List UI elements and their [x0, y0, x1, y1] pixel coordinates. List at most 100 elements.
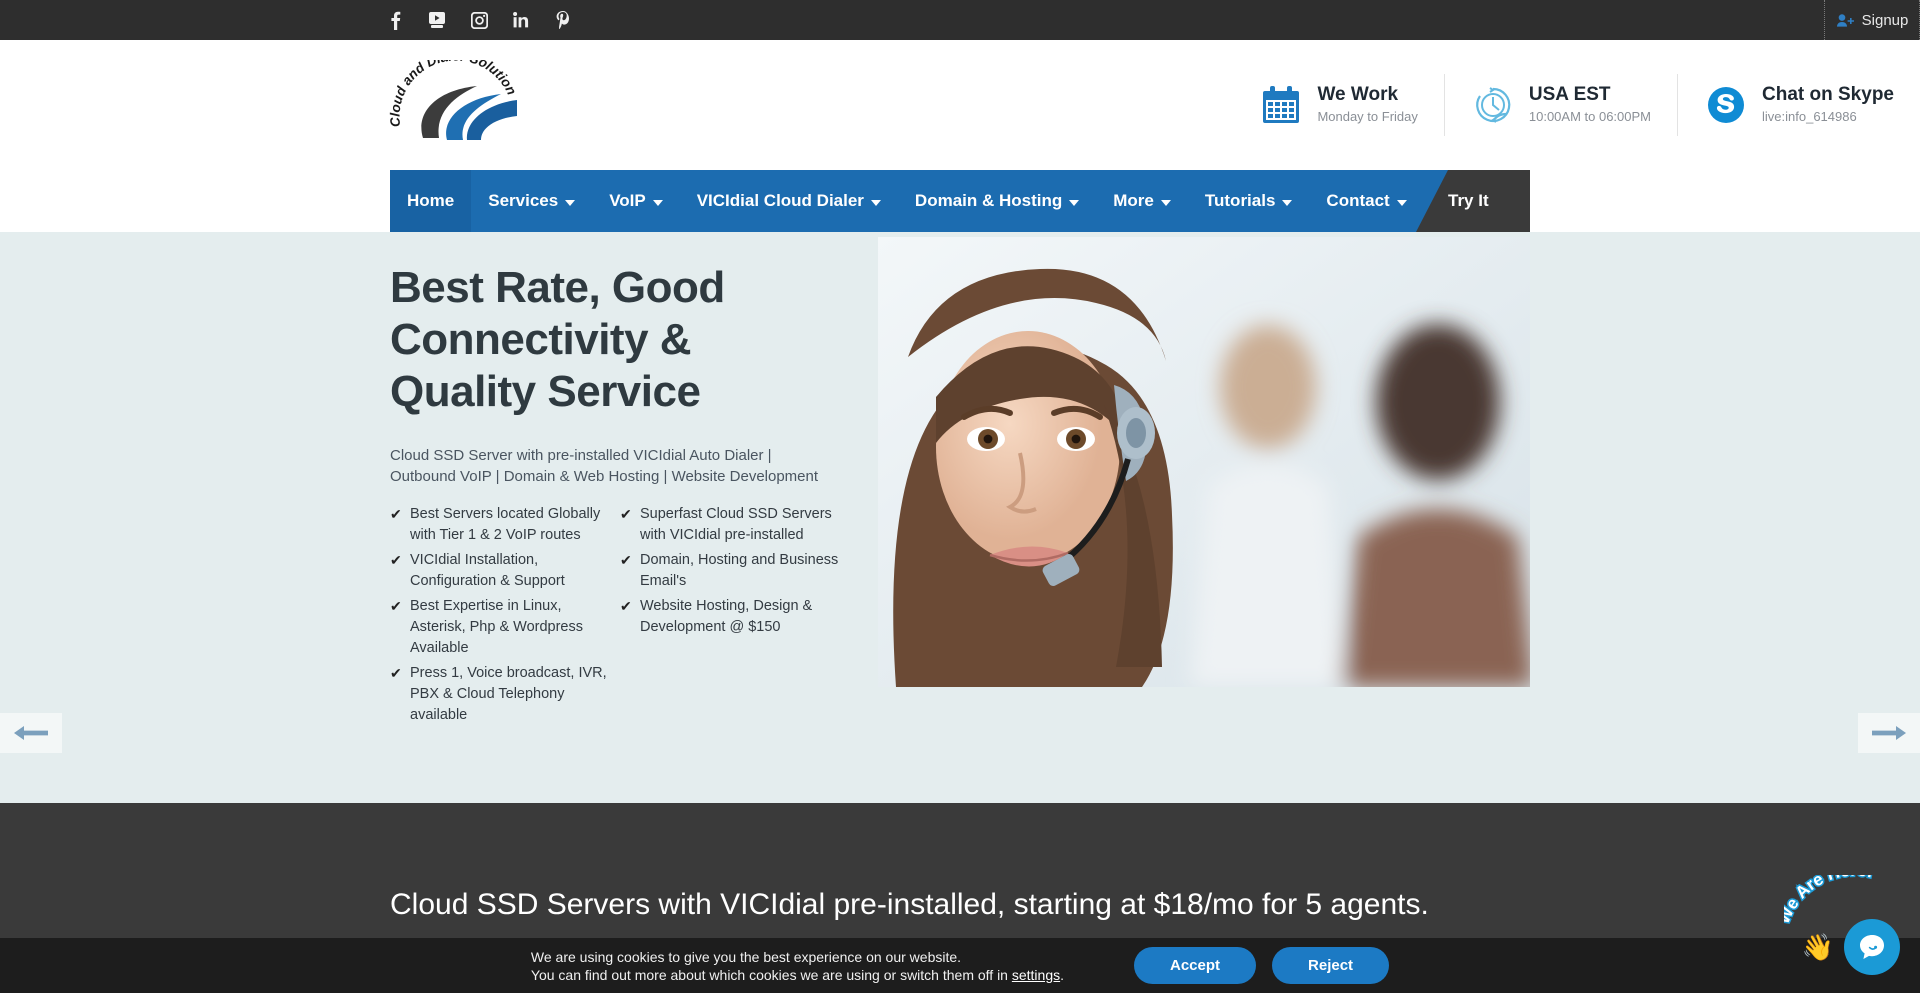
hero-subtitle: Cloud SSD Server with pre-installed VICI…: [390, 447, 819, 485]
list-item: ✔ Best Servers located Globally with Tie…: [390, 504, 620, 546]
check-icon: ✔: [620, 506, 632, 522]
info-item-hours: We Work Monday to Friday: [1233, 74, 1443, 136]
feature-text: Press 1, Voice broadcast, IVR, PBX & Clo…: [410, 665, 607, 723]
hero-content: Best Rate, Good Connectivity & Quality S…: [390, 232, 1530, 993]
chat-widget: We Are Here! 👋: [1772, 859, 1912, 985]
nav-label: Services: [488, 191, 559, 210]
header-info-group: We Work Monday to Friday USA EST 10:00AM…: [1263, 40, 1920, 170]
hero-image: [878, 237, 1530, 687]
nav-item-services[interactable]: Services: [471, 170, 592, 232]
page-root: Signup Cloud and Dialer Solution: [0, 0, 1920, 993]
info-text-timezone: USA EST 10:00AM to 06:00PM: [1529, 83, 1651, 127]
chevron-down-icon: [1069, 199, 1080, 206]
info-item-skype[interactable]: Chat on Skype live:info_614986: [1677, 74, 1920, 136]
nav-item-contact[interactable]: Contact: [1309, 170, 1423, 232]
info-item-timezone: USA EST 10:00AM to 06:00PM: [1443, 74, 1677, 136]
pinterest-icon[interactable]: [553, 10, 573, 30]
clock-icon: [1471, 83, 1515, 127]
chevron-down-icon: [1160, 199, 1171, 206]
nav-item-voip[interactable]: VoIP: [592, 170, 680, 232]
feature-text: Superfast Cloud SSD Servers with VICIdia…: [640, 506, 832, 543]
promo-headline: Cloud SSD Servers with VICIdial pre-inst…: [390, 888, 1429, 921]
nav-item-home[interactable]: Home: [390, 170, 472, 232]
chat-icon: [1860, 935, 1884, 959]
check-icon: ✔: [390, 665, 402, 681]
calendar-icon: [1259, 83, 1303, 127]
hero-feature-column-right: ✔ Superfast Cloud SSD Servers with VICId…: [620, 504, 850, 730]
nav-label: VoIP: [609, 191, 646, 210]
check-icon: ✔: [390, 506, 402, 522]
nav-label: Domain & Hosting: [914, 191, 1063, 210]
agent-photo: [878, 237, 1530, 687]
main-navigation: Home Services VoIP VICIdial Cloud Dialer…: [0, 170, 1920, 232]
info-title: Chat on Skype: [1762, 84, 1894, 105]
chevron-down-icon: [870, 199, 881, 206]
check-icon: ✔: [390, 598, 402, 614]
try-it-button[interactable]: Try It: [1448, 170, 1489, 232]
accept-button[interactable]: Accept: [1134, 947, 1257, 984]
chevron-down-icon: [565, 199, 576, 206]
info-sub: 10:00AM to 06:00PM: [1528, 109, 1652, 124]
list-item: ✔ Superfast Cloud SSD Servers with VICId…: [620, 504, 850, 546]
cookie-buttons: Accept Reject: [1134, 947, 1390, 984]
list-item: ✔ Best Expertise in Linux, Asterisk, Php…: [390, 596, 620, 659]
feature-text: Domain, Hosting and Business Email's: [640, 552, 839, 589]
list-item: ✔ Website Hosting, Design & Development …: [620, 596, 850, 638]
nav-label: Tutorials: [1204, 191, 1276, 210]
hero-carousel: Best Rate, Good Connectivity & Quality S…: [0, 232, 1920, 993]
nav-item-vicidial-cloud-dialer[interactable]: VICIdial Cloud Dialer: [680, 170, 898, 232]
check-icon: ✔: [620, 598, 632, 614]
cookie-line-2: You can find out more about which cookie…: [531, 966, 1064, 984]
list-item: ✔ Press 1, Voice broadcast, IVR, PBX & C…: [390, 663, 620, 726]
chat-bubble-button[interactable]: [1844, 919, 1900, 975]
feature-text: VICIdial Installation, Configuration & S…: [410, 552, 565, 589]
signup-top-button[interactable]: Signup: [1824, 0, 1920, 40]
signup-top-label: Signup: [1861, 11, 1909, 29]
cookie-line-2-after: .: [1060, 966, 1064, 983]
info-text-skype: Chat on Skype live:info_614986: [1762, 83, 1894, 127]
info-sub: Monday to Friday: [1317, 109, 1418, 124]
youtube-icon[interactable]: [427, 10, 447, 30]
info-sub: live:info_614986: [1762, 109, 1857, 124]
arrow-left-icon: [14, 726, 48, 740]
cookie-banner: We are using cookies to give you the bes…: [0, 938, 1920, 993]
nav-label: More: [1113, 191, 1154, 210]
nav-item-tutorials[interactable]: Tutorials: [1188, 170, 1310, 232]
social-links: [385, 0, 573, 40]
linkedin-icon[interactable]: [511, 10, 531, 30]
hero-feature-columns: ✔ Best Servers located Globally with Tie…: [390, 504, 850, 730]
nav-item-list: Home Services VoIP VICIdial Cloud Dialer…: [390, 170, 1424, 232]
top-bar: Signup: [0, 0, 1920, 40]
check-icon: ✔: [390, 552, 402, 568]
nav-label: Contact: [1326, 191, 1390, 210]
cookie-line-1: We are using cookies to give you the bes…: [530, 948, 962, 965]
facebook-icon[interactable]: [385, 10, 405, 30]
user-plus-icon: [1836, 13, 1854, 27]
instagram-icon[interactable]: [469, 10, 489, 30]
chevron-down-icon: [1396, 199, 1407, 206]
check-icon: ✔: [620, 552, 632, 568]
reject-button[interactable]: Reject: [1272, 947, 1390, 984]
carousel-next-arrow[interactable]: [1858, 713, 1920, 753]
we-are-here-text: We Are Here!: [1784, 875, 1875, 927]
info-title: We Work: [1317, 84, 1399, 105]
chevron-down-icon: [1282, 199, 1293, 206]
cookie-message: We are using cookies to give you the bes…: [531, 948, 1064, 984]
info-title: USA EST: [1528, 84, 1611, 105]
nav-label: VICIdial Cloud Dialer: [696, 191, 864, 210]
cookie-settings-link[interactable]: settings: [1012, 967, 1060, 983]
nav-item-more[interactable]: More: [1096, 170, 1188, 232]
chevron-down-icon: [652, 199, 663, 206]
info-text-hours: We Work Monday to Friday: [1317, 83, 1417, 127]
feature-text: Best Expertise in Linux, Asterisk, Php &…: [410, 598, 583, 656]
list-item: ✔ VICIdial Installation, Configuration &…: [390, 550, 620, 592]
carousel-prev-arrow[interactable]: [0, 713, 62, 753]
site-logo[interactable]: Cloud and Dialer Solution: [385, 60, 525, 150]
cookie-line-2-before: You can find out more about which cookie…: [530, 966, 1012, 983]
nav-item-domain-hosting[interactable]: Domain & Hosting: [898, 170, 1096, 232]
feature-text: Best Servers located Globally with Tier …: [410, 506, 601, 543]
feature-text: Website Hosting, Design & Development @ …: [640, 598, 813, 635]
waving-hand-icon: 👋: [1801, 932, 1834, 962]
arrow-right-icon: [1872, 726, 1906, 740]
skype-icon: [1704, 83, 1748, 127]
